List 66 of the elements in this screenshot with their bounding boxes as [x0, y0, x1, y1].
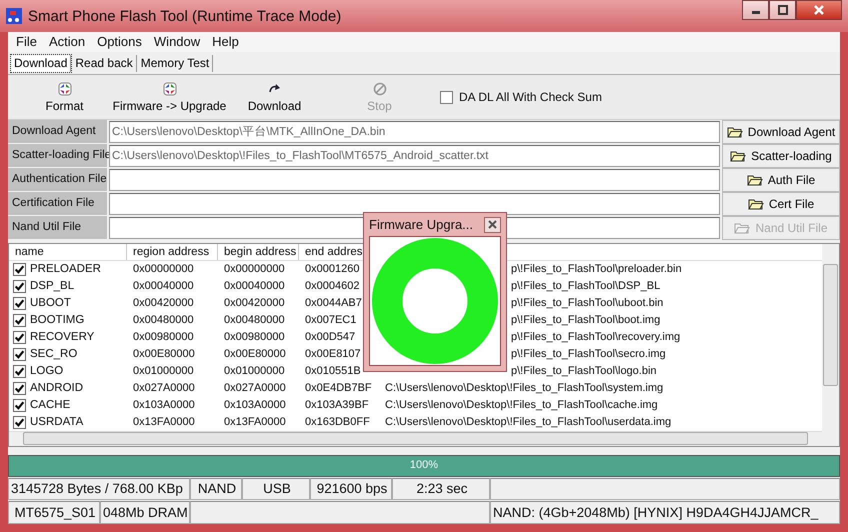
field-label: Authentication File [8, 168, 107, 191]
table-cell: 0x00980000 [224, 331, 285, 344]
status-text: MT6575_S01 [8, 501, 100, 524]
table-cell: p\!Files_to_FlashTool\boot.img [511, 314, 660, 326]
partition-name: USRDATA [30, 416, 84, 428]
table-cell: p\!Files_to_FlashTool\preloader.bin [511, 263, 682, 276]
table-cell: 0x103A0000 [133, 399, 195, 412]
partition-name: RECOVERY [30, 331, 94, 344]
table-cell: 0x01000000 [133, 365, 194, 378]
table-cell: 0x00E80000 [133, 348, 195, 360]
status-text: NAND: (4Gb+2048Mb) [HYNIX] H9DA4GH4JJAMCR_ [490, 501, 840, 524]
table-cell: 0x00040000 [224, 280, 285, 292]
table-cell: p\!Files_to_FlashTool\recovery.img [511, 331, 680, 344]
field-label: Nand Util File [8, 216, 107, 239]
table-cell: 0x00E80000 [224, 348, 286, 360]
table-cell: 0x103A39BF [305, 399, 369, 412]
table-cell: 0x00000000 [133, 263, 194, 276]
partition-name: DSP_BL [30, 280, 74, 292]
table-cell: 0x010551B [305, 365, 361, 378]
table-cell: 0x0044AB7 [305, 297, 362, 310]
status-text: USB [242, 478, 310, 500]
table-cell: p\!Files_to_FlashTool\logo.bin [511, 365, 657, 378]
table-cell: 0x00D547 [305, 331, 356, 344]
table-cell: 0x00420000 [224, 297, 285, 310]
table-cell: p\!Files_to_FlashTool\secro.img [511, 348, 666, 360]
dialog-title: Firmware Upgra... [369, 217, 474, 232]
status-text: 3145728 Bytes / 768.00 KBp [8, 478, 190, 500]
table-cell: C:\Users\lenovo\Desktop\!Files_to_FlashTool\userdata.img [385, 416, 672, 428]
partition-name: PRELOADER [30, 263, 101, 276]
table-cell: 0x00000000 [224, 263, 285, 276]
field-label: Download Agent [8, 120, 107, 143]
table-cell: 0x0004602 [305, 280, 360, 292]
table-cell: 0x13FA0000 [224, 416, 286, 428]
status-text: 921600 bps [310, 478, 392, 500]
table-cell: 0x01000000 [224, 365, 285, 378]
status-text: NAND [190, 478, 242, 500]
status-text: 2:23 sec [392, 478, 490, 500]
table-cell: 0x027A0000 [224, 382, 286, 394]
table-cell: 0x00420000 [133, 297, 194, 310]
table-cell: 0x027A0000 [133, 382, 195, 394]
partition-name: LOGO [30, 365, 64, 378]
table-cell: p\!Files_to_FlashTool\uboot.bin [511, 297, 664, 310]
table-cell: 0x163DB0FF [305, 416, 370, 428]
field-label: Certification File [8, 192, 107, 215]
table-cell: 0x00980000 [133, 331, 194, 344]
table-cell: 0x0E4DB7BF [305, 382, 372, 394]
table-cell: 0x13FA0000 [133, 416, 195, 428]
status-text: 048Mb DRAM [100, 501, 190, 524]
partition-name: CACHE [30, 399, 70, 412]
partition-name: ANDROID [30, 382, 84, 394]
table-cell: 0x103A0000 [224, 399, 286, 412]
table-cell: 0x00480000 [133, 314, 194, 326]
table-cell: 0x00480000 [224, 314, 285, 326]
table-cell: 0x007EC1 [305, 314, 356, 326]
window-title: Smart Phone Flash Tool (Runtime Trace Mode) [28, 8, 342, 24]
table-cell: C:\Users\lenovo\Desktop\!Files_to_FlashTool\cache.img [385, 399, 658, 412]
checkbox-label: DA DL All With Check Sum [459, 90, 602, 104]
progress-percent: 100% [408, 458, 440, 471]
partition-name: UBOOT [30, 297, 71, 310]
table-cell: 0x00040000 [133, 280, 194, 292]
partition-name: BOOTIMG [30, 314, 84, 326]
table-cell: p\!Files_to_FlashTool\DSP_BL [511, 280, 660, 292]
table-cell: 0x00E8107 [305, 348, 361, 360]
partition-name: SEC_RO [30, 348, 78, 360]
table-cell: 0x0001260 [305, 263, 360, 276]
table-cell: C:\Users\lenovo\Desktop\!Files_to_FlashTool\system.img [385, 382, 664, 394]
